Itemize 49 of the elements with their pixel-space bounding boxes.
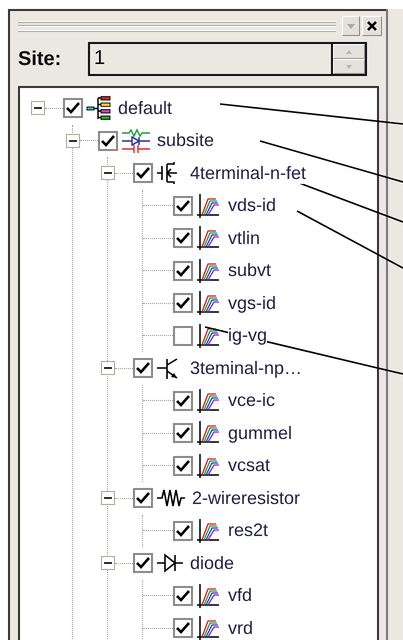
- checkbox[interactable]: [173, 293, 193, 314]
- curves-icon: [196, 420, 222, 446]
- curves-icon: [196, 322, 222, 349]
- tree-item-label[interactable]: ig-vg: [228, 325, 268, 346]
- down-arrow-icon: [346, 64, 352, 68]
- curves-icon: [196, 388, 222, 414]
- checkbox[interactable]: [173, 423, 193, 444]
- collapse-button[interactable]: [101, 491, 115, 506]
- up-arrow-icon: [346, 50, 352, 54]
- checkbox[interactable]: [133, 163, 153, 184]
- tree-item-label[interactable]: gummel: [228, 422, 292, 444]
- checkbox[interactable]: [63, 98, 83, 118]
- checkbox[interactable]: [98, 130, 118, 151]
- checkbox[interactable]: [133, 358, 153, 378]
- collapse-button[interactable]: [101, 556, 115, 570]
- checkbox[interactable]: [173, 618, 193, 638]
- components-icon: [121, 128, 151, 154]
- checkbox[interactable]: [133, 488, 153, 508]
- tree-item-label[interactable]: 4terminal-n-fet: [190, 162, 306, 184]
- hierarchy-icon: [86, 95, 112, 122]
- checkbox[interactable]: [173, 586, 193, 606]
- curves-icon: [196, 290, 222, 316]
- curves-icon: [196, 518, 222, 544]
- checkbox[interactable]: [173, 260, 193, 281]
- collapse-button[interactable]: [31, 101, 45, 116]
- checkbox[interactable]: [173, 456, 193, 476]
- collapse-button[interactable]: [66, 134, 80, 148]
- collapse-button[interactable]: [101, 361, 115, 376]
- tree-item-label[interactable]: 3teminal-np…: [190, 358, 302, 379]
- curves-icon: [196, 582, 222, 609]
- spin-button[interactable]: [333, 42, 367, 76]
- grip-bar[interactable]: [18, 21, 336, 31]
- checkbox[interactable]: [173, 196, 193, 216]
- close-button[interactable]: [362, 16, 382, 36]
- caret-icon: [347, 24, 356, 28]
- close-icon: [367, 21, 378, 31]
- curves-icon: [196, 225, 222, 252]
- site-field[interactable]: 1: [88, 42, 333, 76]
- curves-icon: [196, 258, 222, 284]
- curves-icon: [196, 192, 222, 219]
- checkbox[interactable]: [173, 520, 193, 541]
- checkbox[interactable]: [173, 390, 193, 411]
- collapse-button[interactable]: [101, 166, 115, 180]
- curves-icon: [196, 452, 222, 479]
- checkbox[interactable]: [173, 326, 193, 346]
- curves-icon: [196, 615, 222, 640]
- checkbox[interactable]: [133, 553, 153, 574]
- checkbox[interactable]: [173, 228, 193, 248]
- site-label: Site:: [18, 48, 62, 70]
